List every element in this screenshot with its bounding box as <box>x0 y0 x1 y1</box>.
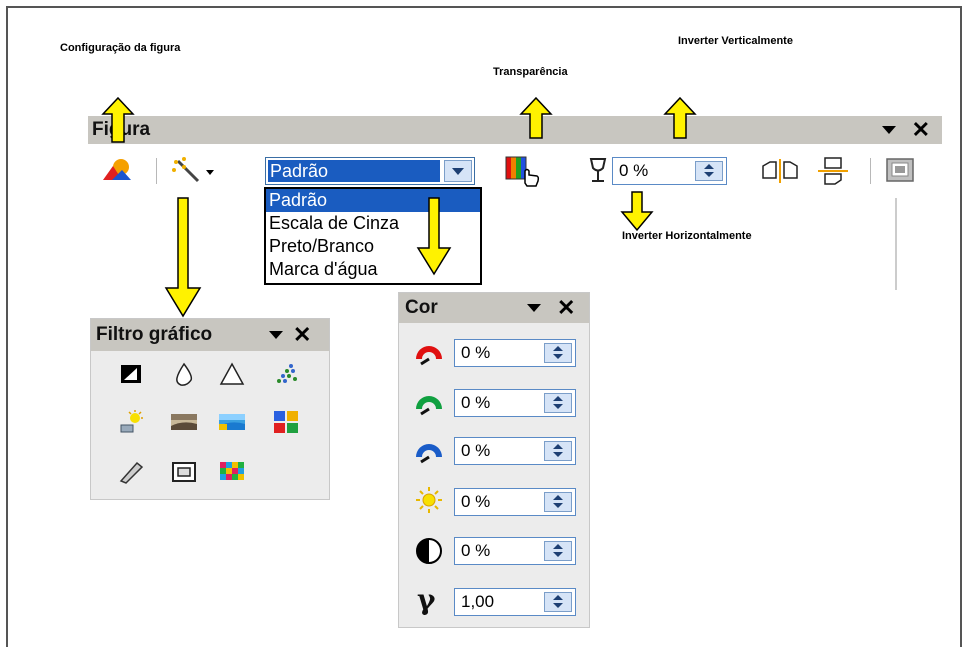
color-panel-titlebar[interactable]: Cor ✕ <box>399 293 589 323</box>
separator <box>156 158 157 184</box>
filter-wand-icon[interactable] <box>170 156 216 184</box>
pop-art-icon[interactable] <box>271 409 301 435</box>
image-settings-icon[interactable] <box>100 156 132 184</box>
toolbar-close-icon[interactable]: ✕ <box>912 117 930 143</box>
brightness-stepper[interactable]: 0 % <box>454 488 576 516</box>
up-arrow-icon <box>101 96 135 143</box>
flip-vertical-icon[interactable] <box>815 156 851 186</box>
remove-noise-icon[interactable] <box>271 361 301 387</box>
blue-value: 0 % <box>461 441 491 460</box>
spin-arrows-icon[interactable] <box>544 592 572 612</box>
color-icon[interactable] <box>503 153 543 187</box>
graphics-mode-select[interactable]: Padrão <box>265 157 475 185</box>
charcoal-sketch-icon[interactable] <box>117 459 147 485</box>
color-panel-title: Cor <box>405 297 438 318</box>
transparency-stepper[interactable]: 0 % <box>612 157 727 185</box>
spin-arrows-icon[interactable] <box>695 161 723 181</box>
up-arrow-icon <box>519 96 553 139</box>
divider <box>895 198 897 290</box>
spin-arrows-icon[interactable] <box>544 541 572 561</box>
red-gauge-icon <box>416 346 442 366</box>
contrast-value: 0 % <box>461 541 491 560</box>
separator <box>870 158 871 184</box>
blue-gauge-icon <box>416 444 442 464</box>
annotation-invert-vertical: Inverter Verticalmente <box>678 35 793 47</box>
posterize-icon[interactable] <box>217 409 247 435</box>
graphic-filter-panel: Filtro gráfico ✕ <box>90 318 330 500</box>
relief-icon[interactable] <box>169 459 199 485</box>
annotation-config: Configuração da figura <box>60 42 181 54</box>
toolbar-menu-arrow-icon[interactable] <box>882 126 896 134</box>
transparency-value: 0 % <box>619 161 649 180</box>
spin-arrows-icon[interactable] <box>544 441 572 461</box>
brightness-value: 0 % <box>461 492 491 511</box>
invert-icon[interactable] <box>117 361 147 387</box>
gamma-value: 1,00 <box>461 592 495 611</box>
toolbar-titlebar[interactable]: Figura ✕ <box>88 116 942 144</box>
spin-arrows-icon[interactable] <box>544 343 572 363</box>
aging-icon[interactable] <box>169 409 199 435</box>
filter-panel-title: Filtro gráfico <box>96 324 213 345</box>
gamma-stepper[interactable]: 1,00 <box>454 588 576 616</box>
down-arrow-icon <box>164 197 202 318</box>
spin-arrows-icon[interactable] <box>544 492 572 512</box>
close-icon[interactable]: ✕ <box>293 322 311 348</box>
annotation-transparency: Transparência <box>493 66 568 78</box>
solarization-icon[interactable] <box>117 409 147 435</box>
color-panel: Cor ✕ 0 % 0 % 0 % 0 % 0 % γ 1,00 <box>398 292 590 628</box>
smooth-icon[interactable] <box>169 361 199 387</box>
sharpen-icon[interactable] <box>217 361 247 387</box>
green-gauge-icon <box>416 396 442 416</box>
green-value: 0 % <box>461 393 491 412</box>
mosaic-icon[interactable] <box>217 459 247 485</box>
gamma-icon: γ <box>417 583 436 616</box>
green-stepper[interactable]: 0 % <box>454 389 576 417</box>
blue-stepper[interactable]: 0 % <box>454 437 576 465</box>
contrast-stepper[interactable]: 0 % <box>454 537 576 565</box>
up-arrow-icon <box>663 96 697 139</box>
transparency-icon <box>589 158 607 182</box>
panel-menu-arrow-icon[interactable] <box>269 331 283 339</box>
filter-panel-titlebar[interactable]: Filtro gráfico ✕ <box>91 319 329 351</box>
frame-properties-icon[interactable] <box>884 156 916 184</box>
panel-menu-arrow-icon[interactable] <box>527 304 541 312</box>
red-stepper[interactable]: 0 % <box>454 339 576 367</box>
chevron-down-icon[interactable] <box>444 160 472 182</box>
flip-horizontal-icon[interactable] <box>760 158 800 184</box>
down-arrow-icon <box>620 191 654 232</box>
down-arrow-icon <box>416 197 452 276</box>
spin-arrows-icon[interactable] <box>544 393 572 413</box>
graphics-mode-value: Padrão <box>268 160 440 182</box>
red-value: 0 % <box>461 343 491 362</box>
contrast-icon <box>416 538 442 564</box>
brightness-sun-icon <box>416 487 442 513</box>
close-icon[interactable]: ✕ <box>557 295 575 321</box>
